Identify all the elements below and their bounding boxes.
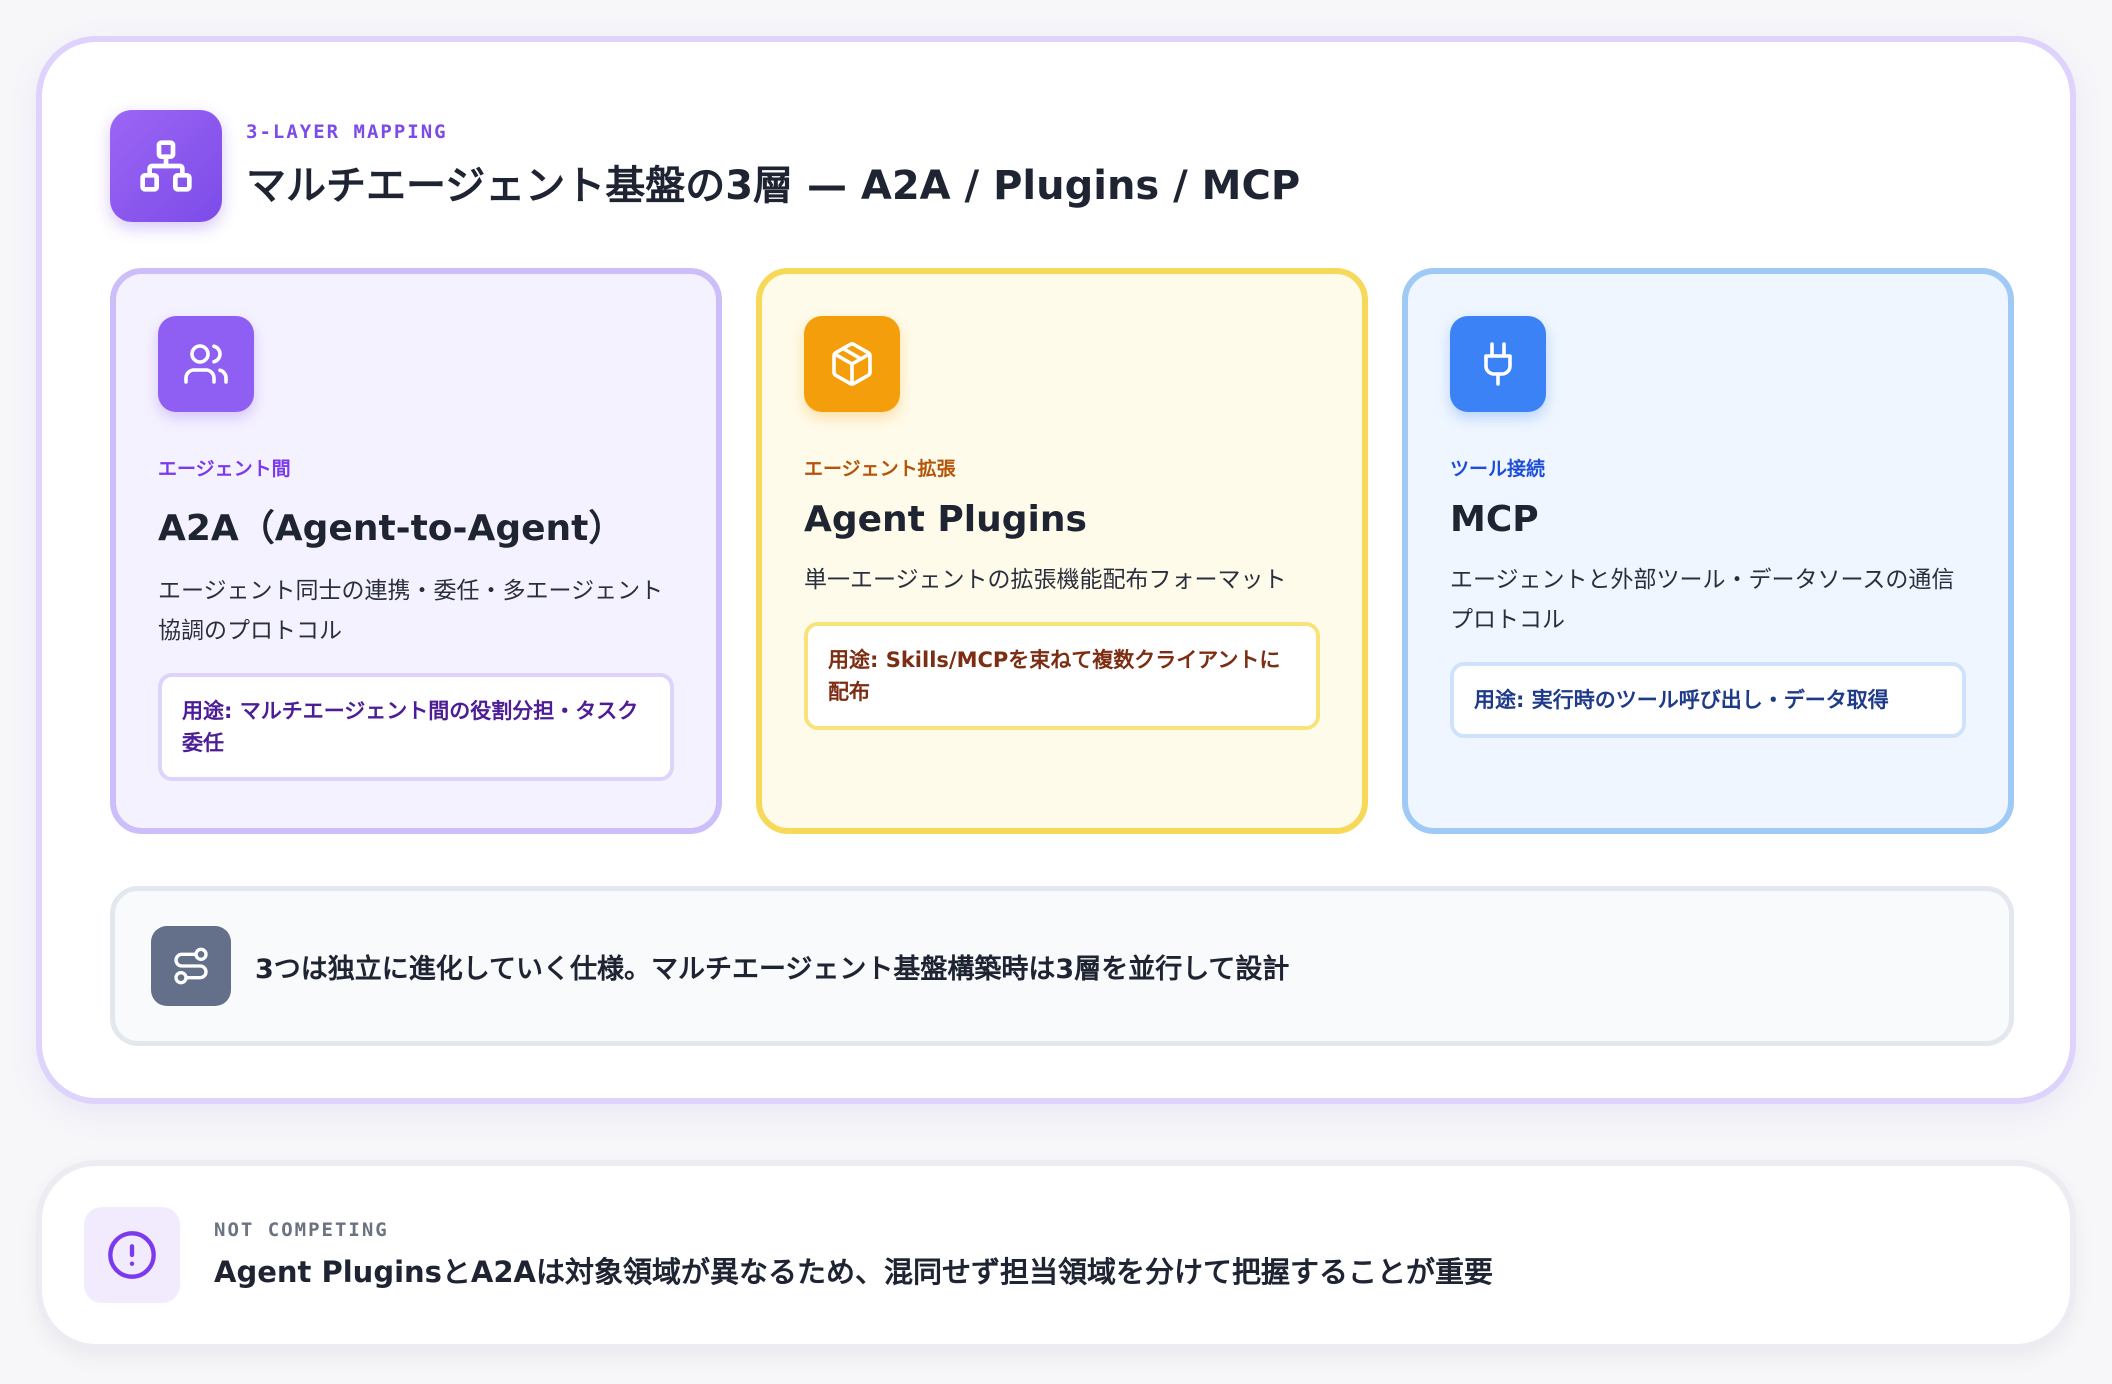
header: 3-LAYER MAPPING マルチエージェント基盤の3層 — A2A / P… [110,110,1300,222]
card-tag: ツール接続 [1450,458,1546,480]
callout-eyebrow: NOT COMPETING [214,1219,389,1241]
layer-cards: エージェント間 A2A（Agent-to-Agent） エージェント同士の連携・… [110,268,2014,834]
card-title: Agent Plugins [804,499,1087,540]
note-text: 3つは独立に進化していく仕様。マルチエージェント基盤構築時は3層を並行して設計 [255,953,1290,985]
callout-text: Agent PluginsとA2Aは対象領域が異なるため、混同せず担当領域を分け… [214,1255,1493,1289]
card-a2a: エージェント間 A2A（Agent-to-Agent） エージェント同士の連携・… [110,268,722,834]
page-title: マルチエージェント基盤の3層 — A2A / Plugins / MCP [246,163,1301,209]
card-usage: 用途: Skills/MCPを束ねて複数クライアントに配布 [804,622,1320,730]
alert-circle-icon [84,1207,180,1303]
card-title: MCP [1450,499,1539,540]
header-eyebrow: 3-LAYER MAPPING [246,121,448,143]
hierarchy-icon [110,110,222,222]
package-icon [804,316,900,412]
card-description: 単一エージェントの拡張機能配布フォーマット [804,567,1287,593]
card-title: A2A（Agent-to-Agent） [158,508,625,549]
users-icon [158,316,254,412]
card-description: エージェント同士の連携・委任・多エージェント協調のプロトコル [158,578,664,644]
card-usage: 用途: マルチエージェント間の役割分担・タスク委任 [158,673,674,781]
card-tag: エージェント拡張 [804,458,956,480]
plug-icon [1450,316,1546,412]
note-bar: 3つは独立に進化していく仕様。マルチエージェント基盤構築時は3層を並行して設計 [110,886,2014,1046]
callout-card: NOT COMPETING Agent PluginsとA2Aは対象領域が異なる… [36,1160,2076,1350]
card-description: エージェントと外部ツール・データソースの通信プロトコル [1450,567,1955,633]
card-agent-plugins: エージェント拡張 Agent Plugins 単一エージェントの拡張機能配布フォ… [756,268,1368,834]
card-usage: 用途: 実行時のツール呼び出し・データ取得 [1450,662,1966,738]
card-tag: エージェント間 [158,458,291,480]
main-card: 3-LAYER MAPPING マルチエージェント基盤の3層 — A2A / P… [36,36,2076,1104]
card-mcp: ツール接続 MCP エージェントと外部ツール・データソースの通信プロトコル 用途… [1402,268,2014,834]
route-icon [151,926,231,1006]
